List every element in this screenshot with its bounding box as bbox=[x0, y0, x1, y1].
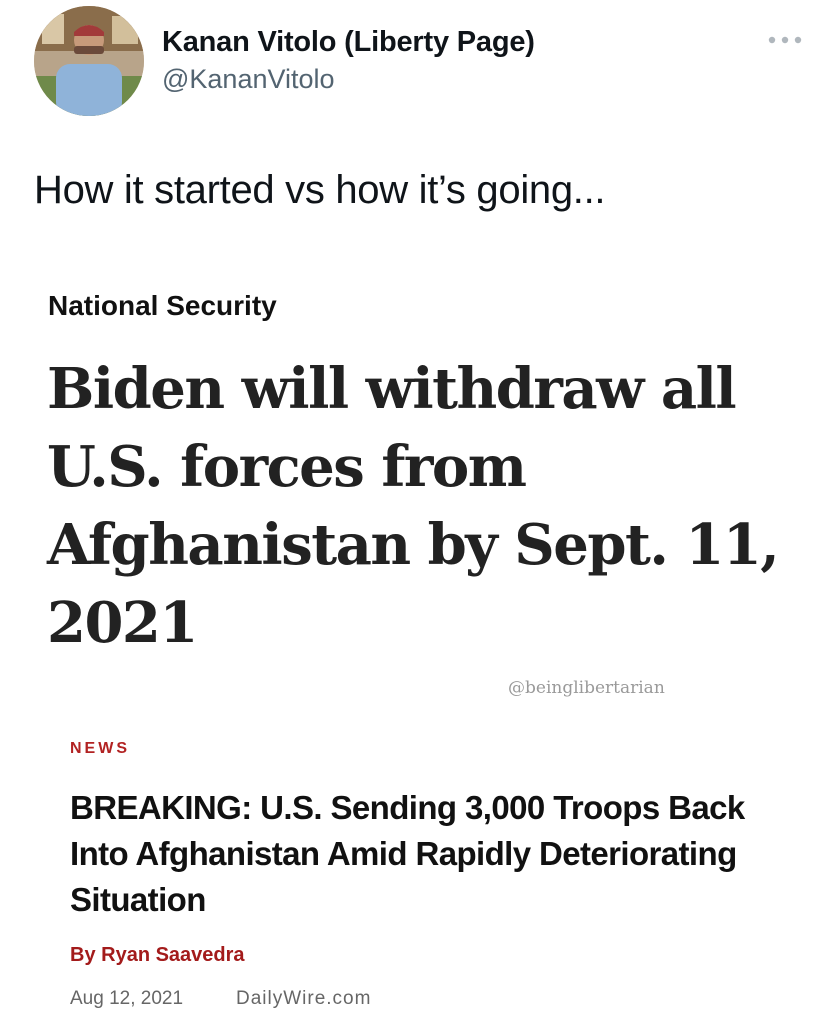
more-options-button[interactable] bbox=[764, 26, 806, 54]
news-section-label: NEWS bbox=[70, 740, 130, 757]
article-headline: Biden will withdraw all U.S. forces from… bbox=[47, 356, 780, 656]
article-source: DailyWire.com bbox=[236, 988, 372, 1009]
article-section-label: National Security bbox=[48, 290, 277, 321]
avatar-photo bbox=[34, 6, 144, 116]
article-date: Aug 12, 2021 bbox=[70, 988, 184, 1009]
more-horizontal-icon bbox=[768, 36, 802, 44]
avatar[interactable] bbox=[34, 6, 144, 116]
article-byline: By Ryan Saavedra bbox=[70, 944, 245, 966]
author-handle[interactable]: @KananVitolo bbox=[162, 64, 335, 95]
watermark: @beinglibertarian bbox=[508, 678, 665, 698]
tweet-text: How it started vs how it’s going... bbox=[34, 168, 606, 212]
author-name[interactable]: Kanan Vitolo (Liberty Page) bbox=[162, 26, 535, 59]
breaking-headline: BREAKING: U.S. Sending 3,000 Troops Back… bbox=[70, 789, 745, 918]
